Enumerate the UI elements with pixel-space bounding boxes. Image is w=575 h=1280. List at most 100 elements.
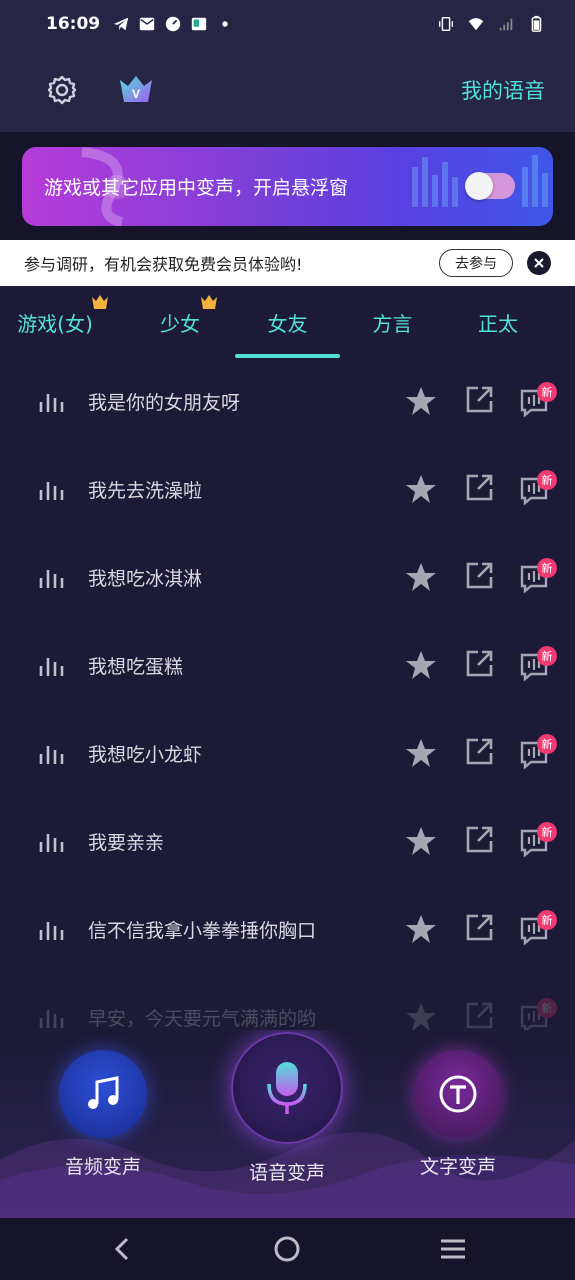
banner-text: 游戏或其它应用中变声，开启悬浮窗 [44,177,349,199]
tab-game-female[interactable]: 游戏(女) [10,286,100,358]
app-header: V 我的语音 [0,48,575,132]
tab-label: 少女 [160,311,200,336]
share-icon[interactable] [464,385,494,415]
my-voice-link[interactable]: 我的语音 [461,75,545,105]
share-icon[interactable] [464,737,494,767]
item-label: 我想吃冰淇淋 [88,568,203,590]
item-label: 我先去洗澡啦 [88,480,203,502]
new-badge: 新 [537,998,557,1018]
favorite-icon[interactable] [405,650,437,680]
dot-icon [222,21,228,27]
close-icon[interactable] [527,251,551,275]
survey-text: 参与调研，有机会获取免费会员体验哟! [24,255,303,274]
item-label: 早安，今天要元气满满的哟 [88,1008,317,1030]
item-label: 信不信我拿小拳拳捶你胸口 [88,920,317,942]
new-badge: 新 [537,382,557,402]
audio-label: 音频变声 [64,1156,141,1178]
audio-circle [59,1050,147,1138]
floating-window-banner[interactable]: 游戏或其它应用中变声，开启悬浮窗 [22,147,553,226]
item-label: 我要亲亲 [88,832,165,854]
share-icon[interactable] [464,649,494,679]
text-label: 文字变声 [419,1156,496,1178]
vip-crown-icon [92,295,108,309]
text-voice-change-button[interactable]: 文字变声 [412,1050,504,1179]
favorite-icon[interactable] [405,386,437,416]
microphone-icon [267,1062,307,1114]
play-wave-icon[interactable] [38,918,64,942]
tab-dialect[interactable]: 方言 [355,286,430,358]
text-t-icon [439,1075,477,1113]
signal-icon [499,18,513,31]
audio-voice-change-button[interactable]: 音频变声 [57,1050,149,1179]
back-icon[interactable] [110,1236,134,1262]
tab-label: 正太 [478,311,518,336]
list-item[interactable]: 我想吃冰淇淋 新 [0,534,575,622]
tab-label: 方言 [372,311,413,336]
survey-bar: 参与调研，有机会获取免费会员体验哟! 去参与 [0,240,575,286]
recents-icon[interactable] [440,1236,466,1262]
favorite-icon[interactable] [405,474,437,504]
item-label: 我想吃蛋糕 [88,656,184,678]
list-item[interactable]: 我想吃小龙虾 新 [0,710,575,798]
notification-icons [112,15,234,33]
list-item[interactable]: 我想吃蛋糕 新 [0,622,575,710]
bottom-action-bar: 音频变声 语音变声 文字变声 [0,1030,575,1218]
battery-icon [531,15,542,32]
list-item[interactable]: 我先去洗澡啦 新 [0,446,575,534]
status-time: 16:09 [46,14,101,34]
floating-window-toggle[interactable] [465,172,515,200]
banner-section: 游戏或其它应用中变声，开启悬浮窗 [0,132,575,240]
play-wave-icon[interactable] [38,742,64,766]
voice-change-button[interactable]: 语音变声 [227,1032,347,1185]
join-survey-button[interactable]: 去参与 [439,249,513,277]
new-badge: 新 [537,734,557,754]
music-note-icon [88,1076,119,1109]
new-badge: 新 [537,470,557,490]
app-icon [191,17,207,31]
speed-icon [165,16,181,32]
mail-icon [139,17,155,31]
system-navigation-bar [0,1218,575,1280]
list-item[interactable]: 我是你的女朋友呀 新 [0,358,575,446]
vibrate-icon [438,16,454,32]
tab-young-boy[interactable]: 正太 [463,286,533,358]
svg-text:V: V [132,87,140,101]
favorite-icon[interactable] [405,826,437,856]
item-label: 我是你的女朋友呀 [88,392,241,414]
toggle-knob [465,172,493,200]
new-badge: 新 [537,646,557,666]
share-icon[interactable] [464,561,494,591]
share-icon[interactable] [464,825,494,855]
play-wave-icon[interactable] [38,1006,64,1030]
settings-icon[interactable] [46,74,78,106]
new-badge: 新 [537,910,557,930]
wifi-icon [468,18,484,31]
new-badge: 新 [537,558,557,578]
share-icon[interactable] [464,1001,494,1031]
item-label: 我想吃小龙虾 [88,744,203,766]
list-item[interactable]: 我要亲亲 新 [0,798,575,886]
play-wave-icon[interactable] [38,654,64,678]
play-wave-icon[interactable] [38,478,64,502]
home-icon[interactable] [274,1236,300,1262]
system-status-icons [437,15,545,33]
vip-crown-icon [201,295,217,309]
share-icon[interactable] [464,473,494,503]
tab-girlfriend[interactable]: 女友 [235,286,340,358]
favorite-icon[interactable] [405,562,437,592]
play-wave-icon[interactable] [38,566,64,590]
voice-label: 语音变声 [248,1162,325,1184]
new-badge: 新 [537,822,557,842]
play-wave-icon[interactable] [38,830,64,854]
list-item[interactable]: 信不信我拿小拳拳捶你胸口 新 [0,886,575,974]
favorite-icon[interactable] [405,738,437,768]
vip-crown-icon[interactable]: V [118,74,154,106]
share-icon[interactable] [464,913,494,943]
telegram-icon [113,17,129,31]
category-tabs: 游戏(女) 少女 女友 方言 正太 [0,286,575,358]
tab-label: 女友 [267,311,308,336]
tab-label: 游戏(女) [17,311,93,336]
play-wave-icon[interactable] [38,390,64,414]
favorite-icon[interactable] [405,914,437,944]
favorite-icon[interactable] [405,1002,437,1032]
